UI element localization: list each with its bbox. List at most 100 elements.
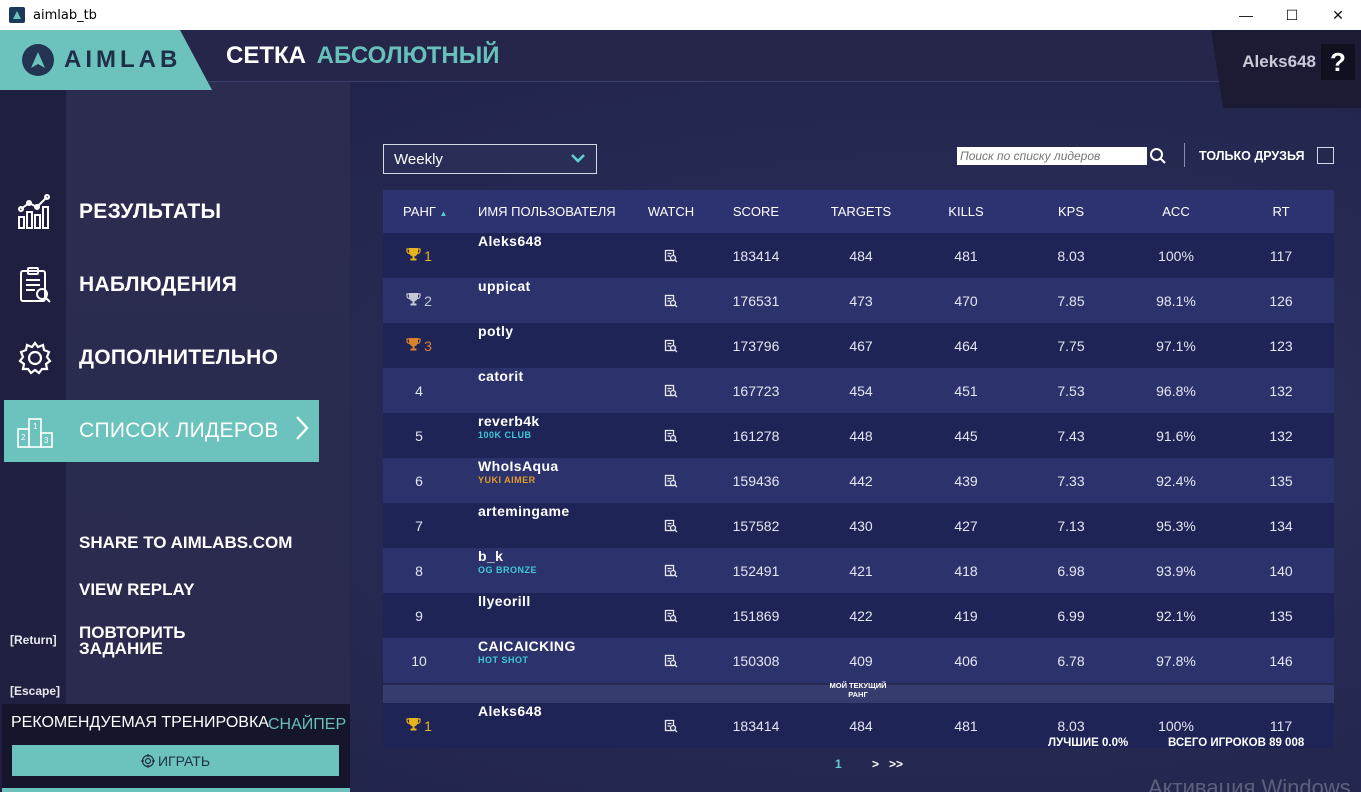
recommended-type[interactable]: СНАЙПЕР: [268, 716, 346, 734]
search-icon[interactable]: [1149, 147, 1167, 170]
watch-replay-icon[interactable]: [633, 548, 709, 593]
col-score-header: SCORE: [732, 204, 780, 219]
username: Aleks648: [478, 703, 542, 719]
minimize-button[interactable]: —: [1223, 0, 1269, 30]
user-cell[interactable]: Aleks648: [478, 703, 542, 748]
friends-only-checkbox[interactable]: [1317, 147, 1334, 164]
leaderboard-search-input[interactable]: [957, 147, 1147, 165]
rank-cell: 7: [383, 503, 455, 548]
targets-cell: 454: [849, 382, 873, 399]
user-cell[interactable]: catorit: [478, 368, 524, 413]
svg-text:3: 3: [44, 436, 49, 445]
table-row: 8 b_k OG BRONZE 152491 421 418 6.98 93.9% 140: [383, 548, 1334, 593]
watch-replay-icon[interactable]: [633, 323, 709, 368]
rank-number: 9: [415, 607, 423, 624]
rank-cell: 2: [383, 278, 455, 323]
my-rank-separator: МОЙ ТЕКУЩИЙ РАНГ: [383, 681, 1334, 703]
table-row: 9 llyeorill 151869 422 419 6.99 92.1% 135: [383, 593, 1334, 638]
user-cell[interactable]: reverb4k 100K CLUB: [478, 413, 540, 458]
watch-replay-icon[interactable]: [633, 368, 709, 413]
maximize-button[interactable]: ☐: [1269, 0, 1315, 30]
rank-cell: 3: [383, 323, 455, 368]
username[interactable]: Aleks648: [1242, 52, 1316, 72]
watch-replay-icon[interactable]: [633, 593, 709, 638]
filter-divider: [1184, 143, 1185, 167]
col-rank-label: РАНГ: [403, 204, 436, 219]
aimlab-logo[interactable]: AIMLAB: [0, 30, 212, 90]
rank-number: 2: [424, 292, 432, 309]
watch-replay-icon[interactable]: [633, 503, 709, 548]
table-row: 6 WhoIsAqua YUKI AIMER 159436 442 439 7.33 92.4…: [383, 458, 1334, 503]
col-rank-header[interactable]: РАНГ ▲: [403, 204, 447, 219]
close-button[interactable]: ✕: [1315, 0, 1361, 30]
table-row: 1 Aleks648 183414 484 481 8.03 100% 117: [383, 233, 1334, 278]
rt-cell: 117: [1269, 247, 1293, 264]
nav-advanced[interactable]: ДОПОЛНИТЕЛЬНО: [0, 327, 320, 389]
friends-only-label: ТОЛЬКО ДРУЗЬЯ: [1199, 149, 1305, 163]
table-row: 2 uppicat 176531 473 470 7.85 98.1% 126: [383, 278, 1334, 323]
repeat-task-button[interactable]: ПОВТОРИТЬ ЗАДАНИЕ: [79, 624, 185, 657]
user-badge: YUKI AIMER: [478, 475, 536, 485]
watch-replay-icon[interactable]: [633, 638, 709, 683]
watch-replay-icon[interactable]: [633, 278, 709, 323]
recommended-underline: [2, 788, 350, 792]
my-rank-label-line1: МОЙ ТЕКУЩИЙ: [829, 681, 887, 690]
targets-cell: 484: [849, 717, 873, 734]
acc-cell: 91.6%: [1156, 427, 1196, 444]
rank-cell: 5: [383, 413, 455, 458]
page-last[interactable]: >>: [889, 757, 903, 771]
trophy-silver-icon: [406, 292, 421, 309]
user-badge: HOT SHOT: [478, 655, 529, 665]
rank-cell: 8: [383, 548, 455, 593]
watch-replay-icon[interactable]: [633, 413, 709, 458]
watch-replay-icon[interactable]: [633, 233, 709, 278]
best-percent: ЛУЧШИЕ 0.0%: [1048, 737, 1129, 749]
user-cell[interactable]: b_k OG BRONZE: [478, 548, 537, 593]
col-user-header: ИМЯ ПОЛЬЗОВАТЕЛЯ: [478, 204, 616, 219]
my-rank-label-line2: РАНГ: [848, 690, 868, 699]
user-cell[interactable]: artemingame: [478, 503, 570, 548]
acc-cell: 93.9%: [1156, 562, 1196, 579]
rank-number: 1: [424, 717, 432, 734]
trophy-gold-icon: [406, 247, 421, 264]
view-replay-button[interactable]: VIEW REPLAY: [79, 581, 195, 598]
window-title: aimlab_tb: [33, 7, 97, 23]
watch-replay-icon[interactable]: [633, 703, 709, 748]
period-select[interactable]: Weekly: [383, 144, 597, 174]
help-button[interactable]: ?: [1321, 44, 1355, 80]
rt-cell: 146: [1269, 652, 1293, 669]
nav-observations[interactable]: НАБЛЮДЕНИЯ: [0, 254, 320, 316]
kills-cell: 451: [954, 382, 978, 399]
watch-replay-icon[interactable]: [633, 458, 709, 503]
user-cell[interactable]: Aleks648: [478, 233, 542, 278]
rank-cell: 4: [383, 368, 455, 413]
rank-number: 10: [411, 652, 427, 669]
nav-results[interactable]: РЕЗУЛЬТАТЫ: [0, 181, 320, 243]
page-next[interactable]: >: [872, 757, 879, 771]
page-current[interactable]: 1: [835, 757, 842, 771]
user-cell[interactable]: llyeorill: [478, 593, 531, 638]
col-acc-header: ACC: [1162, 204, 1190, 219]
play-button[interactable]: ИГРАТЬ: [12, 745, 339, 776]
play-label: ИГРАТЬ: [157, 752, 211, 769]
nav-results-label: РЕЗУЛЬТАТЫ: [79, 200, 222, 223]
user-cell[interactable]: potly: [478, 323, 513, 368]
targets-cell: 422: [849, 607, 873, 624]
table-row: 3 potly 173796 467 464 7.75 97.1% 123: [383, 323, 1334, 368]
user-cell[interactable]: CAICAICKING HOT SHOT: [478, 638, 576, 683]
nav-leaderboard[interactable]: 213 СПИСОК ЛИДЕРОВ: [4, 400, 319, 462]
trophy-bronze-icon: [406, 337, 421, 354]
kills-cell: 406: [954, 652, 978, 669]
user-cell[interactable]: WhoIsAqua YUKI AIMER: [478, 458, 559, 503]
share-button[interactable]: SHARE TO AIMLABS.COM: [79, 534, 292, 551]
targets-cell: 448: [849, 427, 873, 444]
table-header: РАНГ ▲ ИМЯ ПОЛЬЗОВАТЕЛЯ WATCH SCORE TARG…: [383, 190, 1334, 233]
rt-cell: 123: [1269, 337, 1293, 354]
user-cell[interactable]: uppicat: [478, 278, 531, 323]
kills-cell: 470: [954, 292, 978, 309]
kps-cell: 6.98: [1057, 562, 1085, 579]
table-row: 10 CAICAICKING HOT SHOT 150308 409 406 6.78 97.…: [383, 638, 1334, 683]
username: b_k: [478, 548, 504, 564]
username: llyeorill: [478, 593, 531, 609]
window-titlebar: aimlab_tb — ☐ ✕: [0, 0, 1361, 30]
